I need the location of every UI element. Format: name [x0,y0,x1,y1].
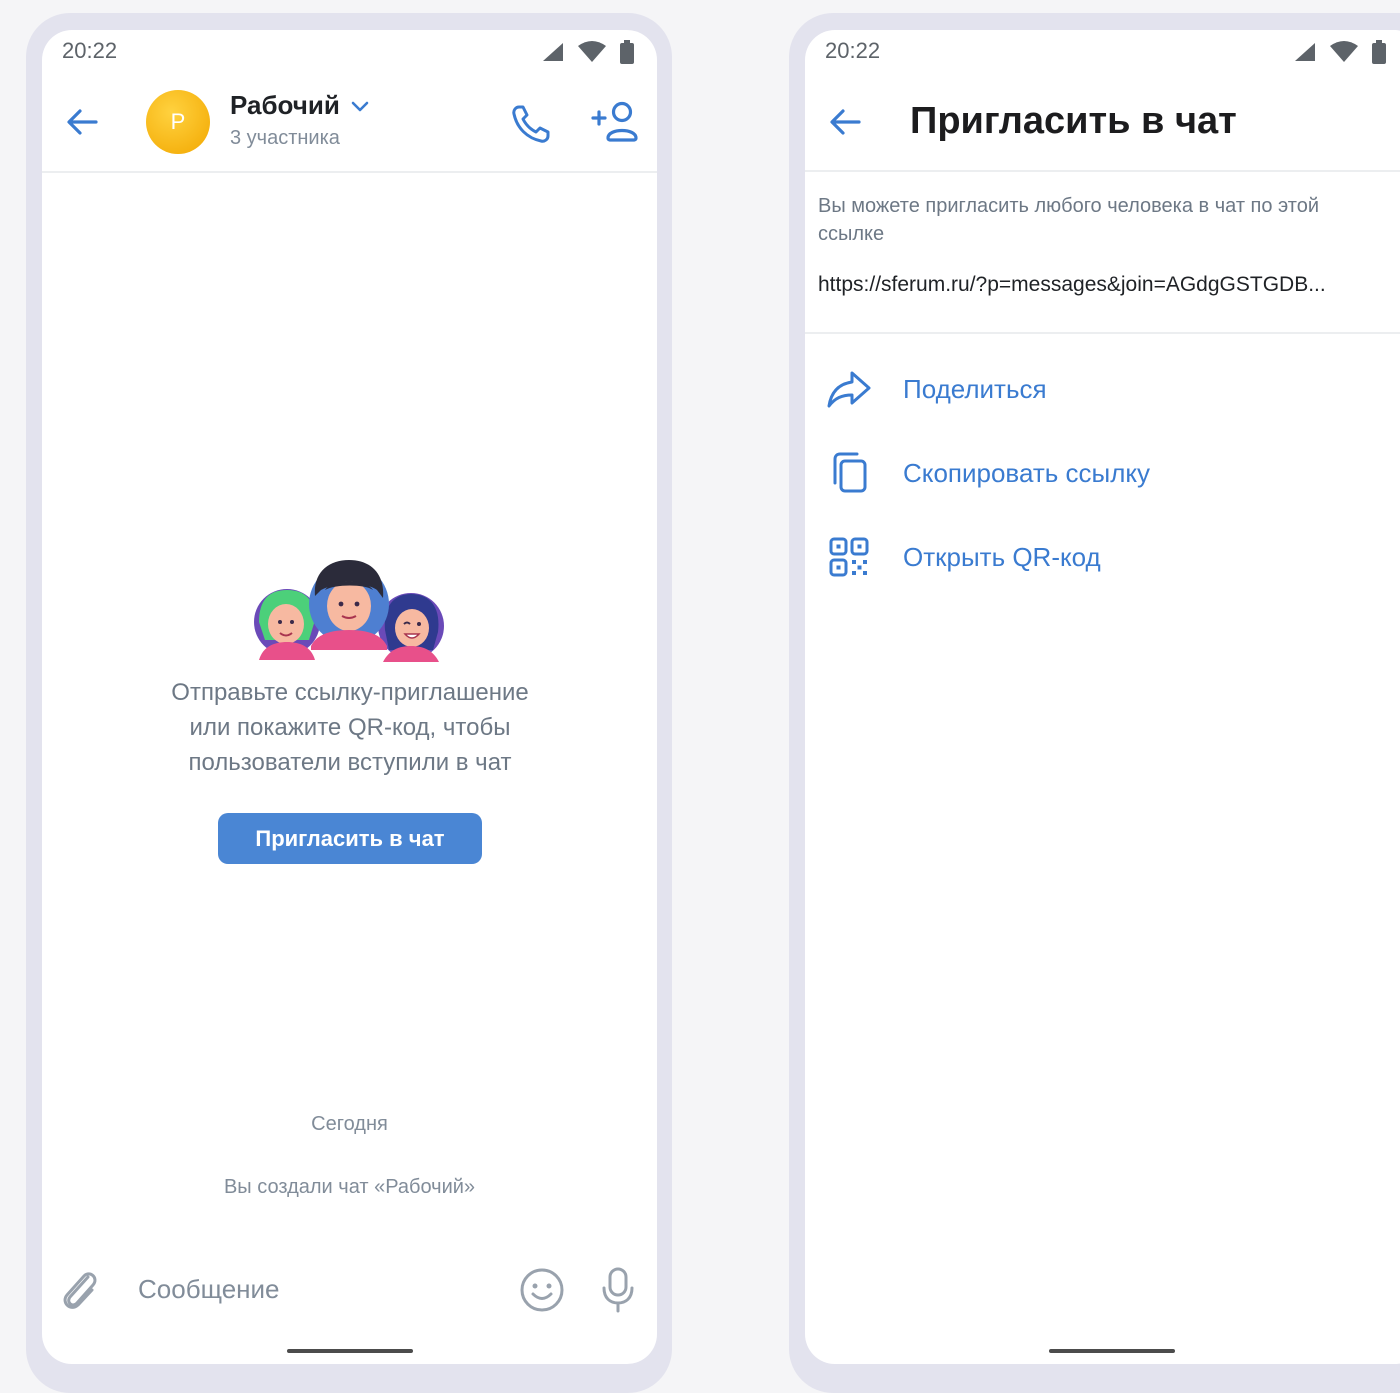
invite-screen: 20:22 Пригласить в чат Вы можете приглас… [805,30,1400,1364]
attach-button[interactable] [58,1267,102,1313]
status-icons [1293,40,1387,64]
wifi-icon [1329,41,1359,63]
people-illustration-icon [249,550,449,665]
cellular-signal-icon [541,41,565,63]
home-indicator [1049,1349,1175,1353]
paperclip-icon [63,1272,97,1309]
invite-description: Вы можете пригласить любого человека в ч… [818,195,1320,245]
back-arrow-icon [67,109,98,135]
invite-hint: Отправьте ссылку-приглашение или покажит… [110,675,590,780]
header-divider [42,171,657,173]
open-qr-action[interactable]: Открыть QR-код [825,532,1101,582]
emoji-button[interactable] [519,1267,565,1313]
microphone-icon [602,1267,634,1313]
message-input[interactable]: Сообщение [138,1274,280,1305]
chat-title: Рабочий [230,90,370,121]
open-qr-label: Открыть QR-код [903,541,1101,572]
back-button[interactable] [827,104,863,140]
chat-header-info[interactable]: Рабочий 3 участника [230,90,370,150]
invite-hint-line: Отправьте ссылку-приглашение [171,679,529,706]
system-message: Вы создали чат «Рабочий» [223,1176,476,1198]
add-member-button[interactable] [590,100,642,144]
page-title: Пригласить в чат [910,100,1237,142]
home-indicator [287,1349,413,1353]
invite-hint-line: пользователи вступили в чат [188,749,512,776]
battery-icon [1371,40,1387,64]
copy-link-label: Скопировать ссылку [903,457,1151,488]
copy-link-action[interactable]: Скопировать ссылку [825,448,1150,498]
voice-message-button[interactable] [600,1266,636,1314]
invite-to-chat-button[interactable]: Пригласить в чат [218,813,482,864]
invite-link[interactable]: https://sferum.ru/?p=messages&join=AGdgG… [818,273,1326,297]
status-time: 20:22 [825,38,881,63]
back-arrow-icon [830,109,861,135]
chevron-down-icon [350,99,370,113]
qr-code-icon [825,536,873,578]
chat-screen: 20:22 Р Рабочий 3 участника Отправьте сс… [42,30,657,1364]
date-separator: Сегодня [311,1113,388,1135]
chat-title-text: Рабочий [230,90,340,120]
phone-icon [512,105,550,143]
copy-icon [825,451,873,495]
invite-hint-line: или покажите QR-код, чтобы [189,714,511,741]
call-button[interactable] [509,102,553,146]
smiley-icon [520,1268,564,1312]
chat-members-count: 3 участника [230,127,340,149]
share-action[interactable]: Поделиться [825,364,1047,414]
share-label: Поделиться [903,373,1047,404]
share-icon [825,369,873,409]
cellular-signal-icon [1293,41,1317,63]
wifi-icon [577,41,607,63]
battery-icon [619,40,635,64]
link-divider [805,332,1400,334]
header-divider [805,170,1400,172]
status-icons [541,40,635,64]
add-user-icon [591,101,638,142]
status-time: 20:22 [62,38,118,63]
chat-avatar[interactable]: Р [146,90,210,154]
back-button[interactable] [64,104,100,140]
